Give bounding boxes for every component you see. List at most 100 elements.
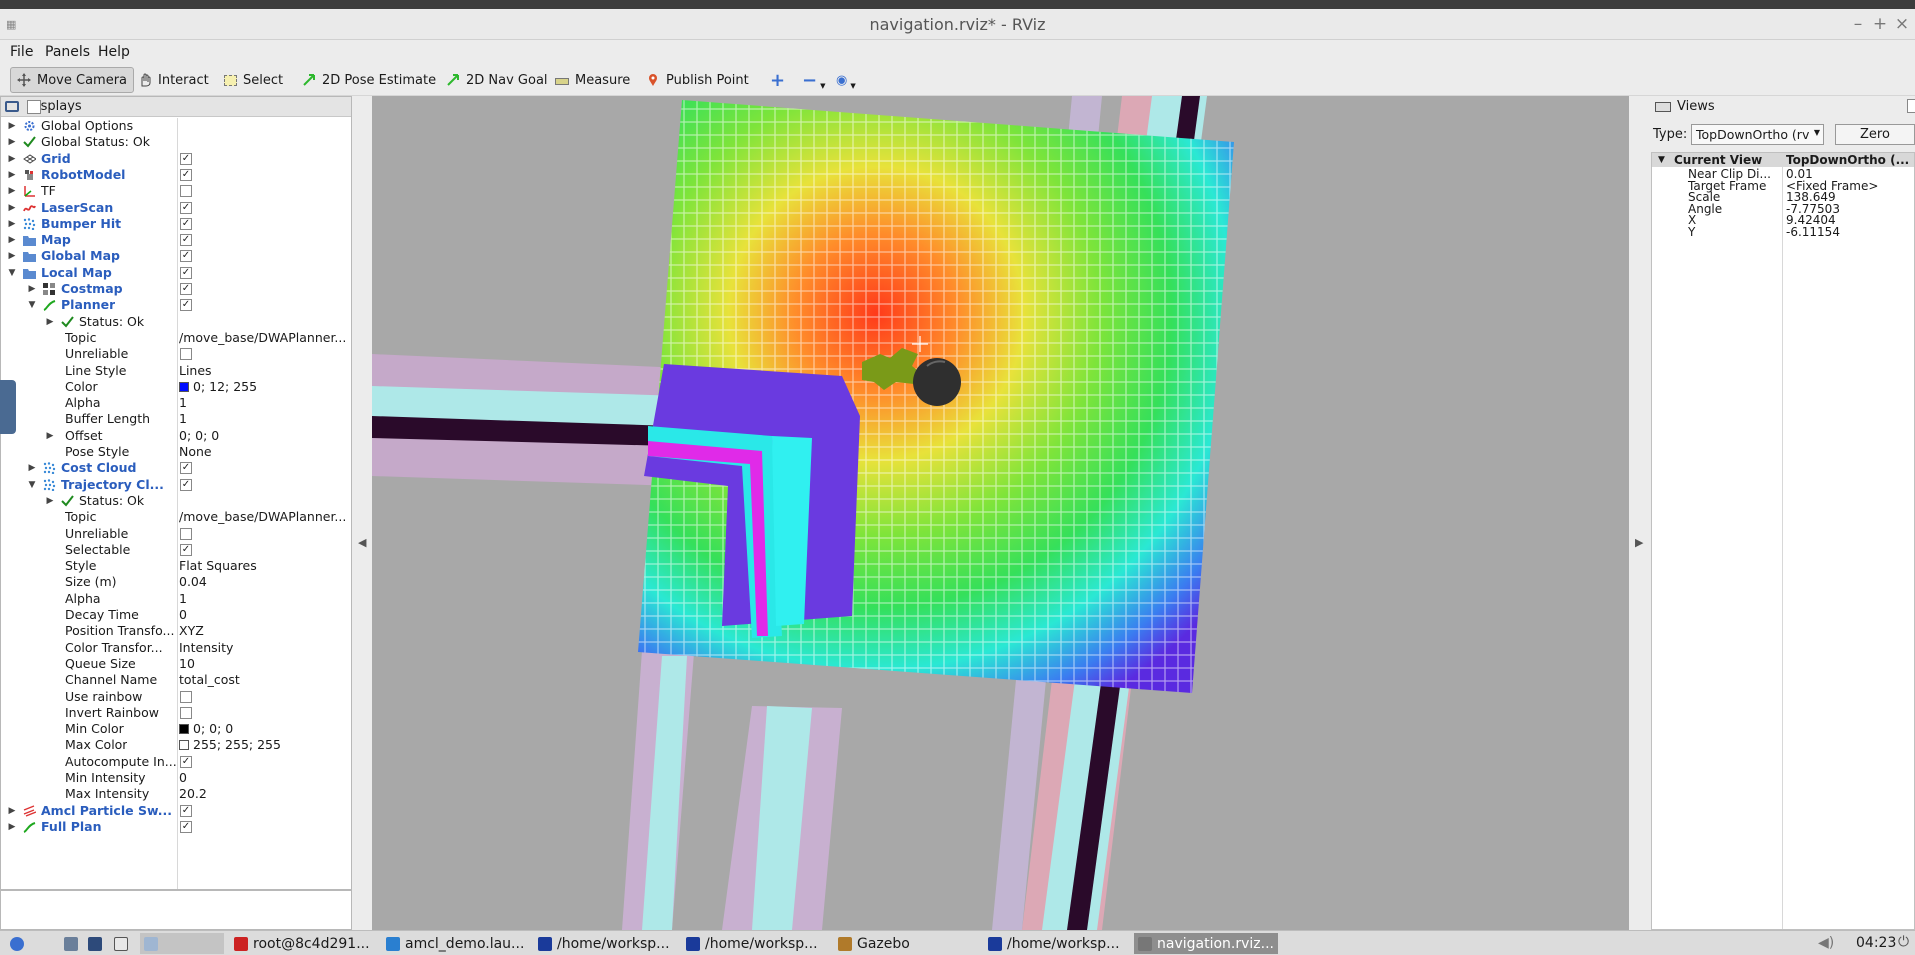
display-row-value[interactable]: 255; 255; 255 xyxy=(179,737,349,753)
task-button[interactable]: root@8c4d291... xyxy=(230,933,374,954)
display-checkbox[interactable] xyxy=(180,706,192,719)
display-row[interactable]: Line Style Lines xyxy=(1,363,351,379)
display-row-value[interactable]: total_cost xyxy=(179,672,349,688)
display-row-value[interactable]: None xyxy=(179,444,349,460)
display-row[interactable]: ▶ Map ✓ xyxy=(1,232,351,248)
display-row-value[interactable]: 0; 12; 255 xyxy=(179,379,349,395)
close-icon[interactable]: × xyxy=(1892,14,1912,34)
select-button[interactable]: Select xyxy=(218,67,289,93)
display-row[interactable]: Size (m) 0.04 xyxy=(1,574,351,590)
interact-button[interactable]: Interact xyxy=(132,67,215,93)
display-row[interactable]: Max Color 255; 255; 255 xyxy=(1,737,351,753)
display-row[interactable]: Invert Rainbow xyxy=(1,705,351,721)
display-row-value[interactable]: 0 xyxy=(179,607,349,623)
display-row-value[interactable]: /move_base/DWAPlanner... xyxy=(179,509,349,525)
display-row[interactable]: ▶ Cost Cloud ✓ xyxy=(1,460,351,476)
display-row[interactable]: ▶ Offset 0; 0; 0 xyxy=(1,428,351,444)
display-row[interactable]: Channel Name total_cost xyxy=(1,672,351,688)
power-icon[interactable]: ⏻ xyxy=(1898,934,1909,950)
display-row-value[interactable]: 1 xyxy=(179,395,349,411)
view-property-row[interactable]: Y -6.11154 xyxy=(1652,225,1914,239)
current-view-row[interactable]: ▼ Current View TopDownOrtho (... xyxy=(1652,153,1914,167)
display-row[interactable]: ▶ Grid ✓ xyxy=(1,151,351,167)
display-checkbox[interactable]: ✓ xyxy=(180,478,192,491)
menu-help[interactable]: Help xyxy=(98,44,130,60)
display-row[interactable]: Max Intensity 20.2 xyxy=(1,786,351,802)
remove-tool-button[interactable]: − ▼ xyxy=(796,67,831,93)
menu-panels[interactable]: Panels xyxy=(45,44,90,60)
display-row[interactable]: Style Flat Squares xyxy=(1,558,351,574)
display-row[interactable]: Min Color 0; 0; 0 xyxy=(1,721,351,737)
display-row[interactable]: Decay Time 0 xyxy=(1,607,351,623)
measure-button[interactable]: Measure xyxy=(549,67,636,93)
view-property-value[interactable]: -6.11154 xyxy=(1786,225,1840,239)
left-splitter[interactable]: ◀ xyxy=(352,96,372,930)
display-row[interactable]: Color 0; 12; 255 xyxy=(1,379,351,395)
display-checkbox[interactable]: ✓ xyxy=(180,168,192,181)
expand-arrow-icon[interactable]: ▶ xyxy=(7,819,17,835)
display-row-value[interactable]: 0 xyxy=(179,770,349,786)
display-row-value[interactable]: Flat Squares xyxy=(179,558,349,574)
display-row[interactable]: ▼ Planner ✓ xyxy=(1,297,351,313)
display-row-value[interactable]: Lines xyxy=(179,363,349,379)
column-divider[interactable] xyxy=(1782,153,1783,929)
expand-arrow-icon[interactable]: ▶ xyxy=(45,493,55,509)
collapse-left-icon[interactable]: ◀ xyxy=(358,536,366,549)
display-row[interactable]: Unreliable xyxy=(1,526,351,542)
map-scene[interactable] xyxy=(372,96,1629,930)
display-row[interactable]: ▼ Local Map ✓ xyxy=(1,265,351,281)
display-row[interactable]: Unreliable xyxy=(1,346,351,362)
display-row-value[interactable]: 0; 0; 0 xyxy=(179,721,349,737)
expand-arrow-icon[interactable]: ▶ xyxy=(7,118,17,134)
display-row[interactable]: ▶ LaserScan ✓ xyxy=(1,200,351,216)
expand-arrow-icon[interactable]: ▶ xyxy=(7,200,17,216)
add-tool-button[interactable]: + xyxy=(764,67,791,93)
minimize-icon[interactable]: – xyxy=(1848,14,1868,34)
display-row-value[interactable]: 0; 0; 0 xyxy=(179,428,349,444)
display-row[interactable]: Alpha 1 xyxy=(1,395,351,411)
quick-launch-browser[interactable] xyxy=(110,933,132,954)
expand-arrow-icon[interactable]: ▶ xyxy=(7,134,17,150)
quick-launch-files[interactable] xyxy=(60,933,82,954)
display-row-value[interactable]: 0.04 xyxy=(179,574,349,590)
display-checkbox[interactable]: ✓ xyxy=(180,804,192,817)
display-checkbox[interactable]: ✓ xyxy=(180,250,192,263)
display-row[interactable]: Use rainbow xyxy=(1,689,351,705)
expand-arrow-icon[interactable]: ▶ xyxy=(7,248,17,264)
color-swatch[interactable] xyxy=(179,381,189,392)
right-splitter[interactable]: ▶ xyxy=(1629,96,1651,930)
task-button[interactable]: /home/worksp... xyxy=(984,933,1124,954)
display-checkbox[interactable]: ✓ xyxy=(180,820,192,833)
expand-arrow-icon[interactable]: ▶ xyxy=(27,460,37,476)
display-row[interactable]: ▶ Status: Ok xyxy=(1,314,351,330)
menu-file[interactable]: File xyxy=(10,44,33,60)
display-checkbox[interactable]: ✓ xyxy=(180,543,192,556)
window-titlebar[interactable]: ▦ navigation.rviz* - RViz – + × xyxy=(0,9,1915,40)
expand-arrow-icon[interactable]: ▶ xyxy=(7,151,17,167)
display-checkbox[interactable] xyxy=(180,527,192,540)
display-row[interactable]: ▶ Costmap ✓ xyxy=(1,281,351,297)
display-row[interactable]: ▶ RobotModel ✓ xyxy=(1,167,351,183)
display-checkbox[interactable]: ✓ xyxy=(180,755,192,768)
display-row[interactable]: ▶ TF xyxy=(1,183,351,199)
start-menu-button[interactable] xyxy=(6,933,28,954)
display-row[interactable]: ▶ Global Options xyxy=(1,118,351,134)
task-button[interactable]: Gazebo xyxy=(834,933,914,954)
display-row[interactable]: Min Intensity 0 xyxy=(1,770,351,786)
display-row[interactable]: ▶ Amcl Particle Sw... ✓ xyxy=(1,803,351,819)
display-row[interactable]: Alpha 1 xyxy=(1,591,351,607)
display-row[interactable]: ▶ Status: Ok xyxy=(1,493,351,509)
display-checkbox[interactable]: ✓ xyxy=(180,152,192,165)
display-checkbox[interactable]: ✓ xyxy=(180,266,192,279)
display-row[interactable]: Topic/move_base/DWAPlanner... xyxy=(1,330,351,346)
collapse-arrow-icon[interactable]: ▼ xyxy=(7,265,17,281)
maximize-icon[interactable]: + xyxy=(1870,14,1890,34)
display-checkbox[interactable]: ✓ xyxy=(180,234,192,247)
display-row[interactable]: Position Transfo... XYZ xyxy=(1,623,351,639)
side-dock-handle[interactable] xyxy=(0,380,16,434)
display-checkbox[interactable] xyxy=(180,348,192,361)
quick-launch-terminal[interactable] xyxy=(84,933,106,954)
display-row-value[interactable]: /move_base/DWAPlanner... xyxy=(179,330,349,346)
display-row[interactable]: Queue Size 10 xyxy=(1,656,351,672)
display-row[interactable]: Buffer Length 1 xyxy=(1,411,351,427)
